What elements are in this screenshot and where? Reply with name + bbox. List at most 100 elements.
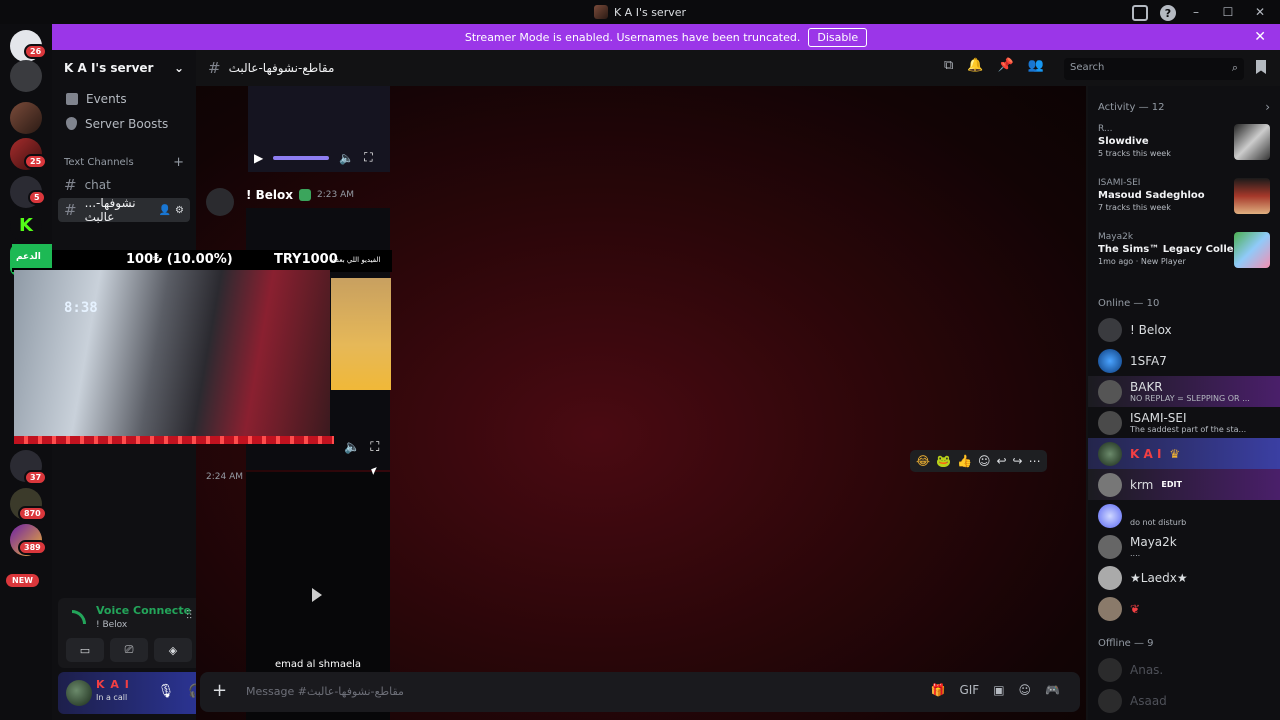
online-header: Online — 10 (1098, 297, 1160, 309)
member-item[interactable]: ! Belox (1088, 314, 1280, 345)
noise-suppression-icon[interactable]: ⫶⫶ (186, 608, 192, 623)
member-item[interactable]: krm EDIT (1088, 469, 1280, 500)
server-icon[interactable] (10, 102, 42, 134)
screen-share-icon[interactable]: ⎚ (110, 638, 148, 662)
more-options-icon[interactable]: ⋯ (1029, 454, 1041, 468)
message-time: 2:23 AM (317, 190, 355, 200)
message-author[interactable]: ! Belox (246, 188, 293, 202)
member-item[interactable]: do not disturb (1088, 500, 1280, 531)
help-icon[interactable]: ? (1160, 5, 1176, 21)
camera-off-icon[interactable]: ▭ (66, 638, 104, 662)
member-item[interactable]: Maya2k .... (1088, 531, 1280, 562)
offline-header: Offline — 9 (1098, 637, 1154, 649)
voice-channel[interactable]: ! Belox (96, 620, 127, 630)
channel-clips[interactable]: # ...نشوفها-عالبث 👤 ⚙ (58, 196, 190, 224)
server-badge: 25 (24, 154, 48, 169)
member-item[interactable]: Anas. (1088, 654, 1280, 685)
activity-sub2: New Player (1140, 257, 1186, 266)
invite-icon[interactable]: 👤 (159, 205, 171, 216)
member-name: Maya2k (1130, 534, 1177, 549)
play-icon[interactable] (312, 588, 322, 602)
video-controls: ▶ 🔈 ⛶ (254, 150, 373, 165)
avatar (1098, 472, 1122, 497)
volume-icon[interactable]: 🔈 (344, 440, 360, 455)
minimize-button[interactable]: – (1182, 2, 1210, 22)
chevron-right-icon[interactable]: › (1265, 100, 1270, 114)
search-input[interactable]: Search ⌕ (1064, 58, 1244, 80)
search-placeholder: Search (1070, 62, 1105, 73)
composer-placeholder: Message #مقاطع-نشوفها-عالبث (246, 685, 404, 698)
close-banner-icon[interactable]: ✕ (1254, 29, 1266, 45)
emoji-icon[interactable]: ☺ (1019, 683, 1032, 697)
stream-overlay[interactable]: 100₺ (10.00%) TRY1000 الفيديو اللي بعده … (12, 244, 392, 465)
member-item[interactable]: ❦ (1088, 593, 1280, 624)
message-time: 2:24 AM (206, 472, 243, 482)
server-badge: 870 (18, 506, 47, 521)
stream-goal-bar: 100₺ (10.00%) TRY1000 الفيديو اللي بعده (12, 250, 392, 272)
disable-button[interactable]: Disable (808, 27, 868, 47)
member-list-icon[interactable]: 👥 (1028, 58, 1044, 73)
attach-plus-icon[interactable]: + (212, 680, 227, 701)
microphone-icon[interactable]: 🎙 (158, 684, 175, 699)
add-reaction-icon[interactable]: ☺ (978, 454, 991, 468)
channel-chat[interactable]: # chat (58, 173, 190, 197)
tip-note: الفيديو اللي بعده (332, 256, 381, 264)
server-name: K A I's server (64, 61, 154, 75)
play-icon[interactable]: ▶ (254, 151, 263, 165)
member-item[interactable]: ★Laedx★ (1088, 562, 1280, 593)
volume-slider[interactable] (273, 155, 330, 160)
close-window-button[interactable]: ✕ (1246, 2, 1274, 22)
notification-bell-icon[interactable]: 🔔 (967, 58, 983, 73)
avatar[interactable] (206, 188, 234, 216)
category-text-channels[interactable]: Text Channels + (52, 152, 196, 172)
apps-icon[interactable]: 🎮 (1045, 683, 1060, 697)
activity-header[interactable]: Activity — 12 › (1088, 96, 1280, 118)
activities-icon[interactable]: ◈ (154, 638, 192, 662)
settings-gear-icon[interactable]: ⚙ (175, 205, 184, 216)
bookmark-icon[interactable] (1256, 60, 1266, 74)
nav-events[interactable]: Events (52, 86, 196, 111)
threads-icon[interactable]: ⧉ (944, 58, 953, 73)
boost-icon (66, 117, 77, 130)
activity-item[interactable]: ISAMI-SEI Masoud Sadeghloo 7 tracks this… (1088, 172, 1280, 226)
server-icon[interactable] (10, 60, 42, 92)
member-item[interactable]: 1SFA7 (1088, 345, 1280, 376)
server-badge: 5 (28, 190, 46, 205)
reaction-laugh-icon[interactable]: 😂 (916, 454, 930, 468)
server-header[interactable]: K A I's server ⌄ (52, 50, 196, 86)
message-composer[interactable]: + Message #مقاطع-نشوفها-عالبث 🎁 GIF ▣ ☺ … (200, 672, 1080, 712)
new-tag: NEW (6, 574, 39, 587)
game-art (1234, 232, 1270, 268)
member-item[interactable]: Asaad (1088, 685, 1280, 716)
forward-icon[interactable]: ↪ (1013, 454, 1023, 468)
hash-icon: # (64, 176, 77, 194)
reaction-thumbs-up-icon[interactable]: 👍 (957, 454, 972, 468)
add-channel-icon[interactable]: + (173, 155, 184, 170)
fullscreen-icon[interactable]: ⛶ (370, 440, 379, 455)
fullscreen-icon[interactable]: ⛶ (364, 150, 372, 165)
member-item[interactable]: BAKR NO REPLAY = SLEPPING OR ... (1088, 376, 1280, 407)
member-item[interactable]: ISAMI-SEI The saddest part of the sta... (1088, 407, 1280, 438)
hash-icon: # (208, 59, 221, 77)
sticker-icon[interactable]: ▣ (993, 683, 1004, 697)
reaction-custom-icon[interactable]: 🐸 (936, 454, 951, 468)
support-server-label: الدعم (12, 244, 52, 268)
activity-item[interactable]: Maya2k The Sims™ Legacy Collection 1mo a… (1088, 226, 1280, 280)
member-item[interactable]: K A I ♛ (1088, 438, 1280, 469)
reply-icon[interactable]: ↩ (996, 454, 1006, 468)
inbox-icon[interactable] (1132, 5, 1148, 21)
avatar (1098, 317, 1122, 342)
gift-icon[interactable]: 🎁 (930, 683, 945, 697)
maximize-button[interactable]: ☐ (1214, 2, 1242, 22)
voice-status[interactable]: Voice Connecte (96, 604, 191, 617)
avatar (1098, 657, 1122, 682)
kick-server-icon[interactable]: K (10, 210, 42, 242)
activity-item[interactable]: R... Slowdive 5 tracks this week (1088, 118, 1280, 172)
header-toolbar: ⧉ 🔔 📌 👥 (944, 58, 1044, 73)
gif-icon[interactable]: GIF (959, 683, 979, 697)
nav-server-boosts[interactable]: Server Boosts (52, 111, 196, 136)
avatar[interactable] (66, 680, 92, 706)
pin-icon[interactable]: 📌 (997, 58, 1013, 73)
volume-icon[interactable]: 🔈 (339, 151, 354, 165)
user-name: K A I (96, 678, 130, 691)
